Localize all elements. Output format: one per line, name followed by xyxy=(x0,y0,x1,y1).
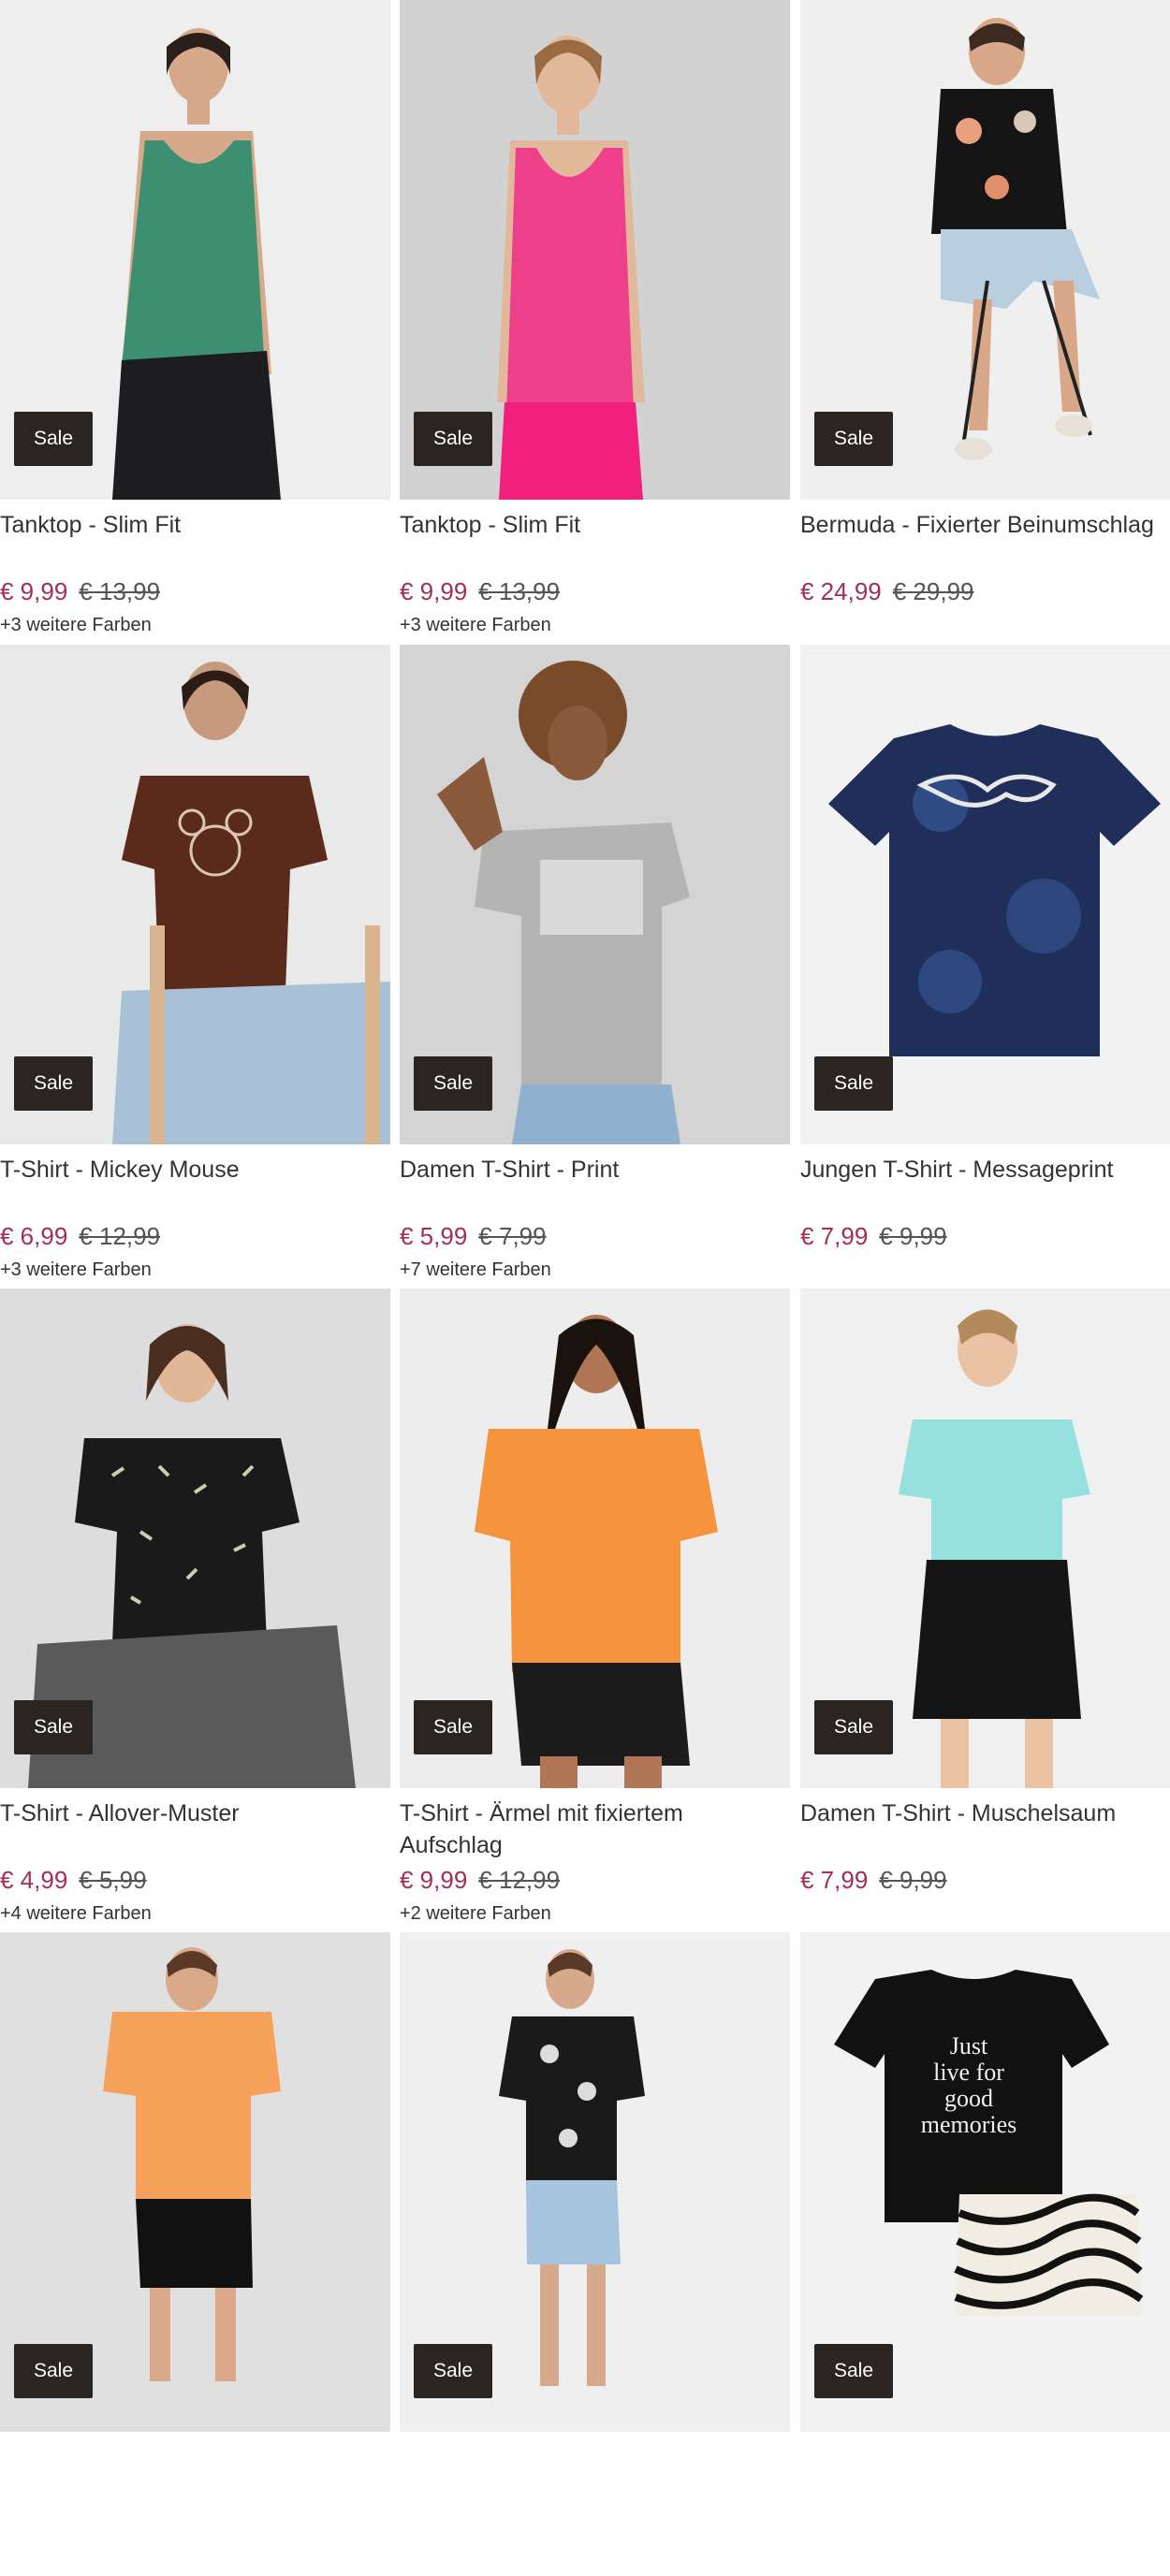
more-colors-link[interactable]: +4 weitere Farben xyxy=(0,1900,152,1927)
product-prices: € 6,99 € 12,99 xyxy=(0,1219,160,1253)
sale-badge: Sale xyxy=(14,1056,94,1111)
more-colors-link[interactable]: +3 weitere Farben xyxy=(0,1257,152,1283)
sale-badge: Sale xyxy=(14,1700,94,1754)
product-prices: € 9,99 € 13,99 xyxy=(0,575,160,608)
product-image[interactable]: Sale xyxy=(400,1288,790,1788)
product-title[interactable]: Jungen T-Shirt - Messageprint xyxy=(800,1154,1170,1186)
product-image[interactable]: Just live for good memories Sale xyxy=(800,1932,1170,2432)
product-image[interactable]: Sale xyxy=(800,1288,1170,1788)
sale-badge: Sale xyxy=(414,412,493,466)
more-colors-link[interactable]: +3 weitere Farben xyxy=(400,612,551,638)
original-price: € 13,99 xyxy=(79,577,161,605)
product-card[interactable]: Sale T-Shirt - Ärmel mit fixiertem Aufsc… xyxy=(400,1288,790,1932)
product-prices: € 24,99 € 29,99 xyxy=(800,575,974,608)
svg-text:live for: live for xyxy=(933,2059,1004,2086)
original-price: € 29,99 xyxy=(892,577,974,605)
product-card[interactable]: Sale T-Shirt - Mickey Mouse € 6,99 € 12,9… xyxy=(0,645,390,1288)
product-card[interactable]: Sale xyxy=(400,1932,790,2576)
more-colors-link[interactable]: +7 weitere Farben xyxy=(400,1257,551,1283)
sale-badge: Sale xyxy=(414,1056,493,1111)
sale-badge: Sale xyxy=(14,412,94,466)
svg-text:memories: memories xyxy=(921,2111,1017,2138)
original-price: € 12,99 xyxy=(79,1222,161,1250)
svg-text:Just: Just xyxy=(950,2032,988,2059)
product-card[interactable]: Sale T-Shirt - Allover-Muster € 4,99 € 5,… xyxy=(0,1288,390,1932)
product-card[interactable]: Sale Tanktop - Slim Fit € 9,99 € 13,99 +3… xyxy=(0,0,390,644)
product-prices: € 9,99 € 12,99 xyxy=(400,1863,560,1897)
product-image[interactable]: Sale xyxy=(800,0,1170,500)
product-title[interactable]: Bermuda - Fixierter Beinumschlag xyxy=(800,509,1170,541)
original-price: € 7,99 xyxy=(478,1222,547,1250)
product-image[interactable]: Sale xyxy=(0,0,390,500)
product-prices: € 7,99 € 9,99 xyxy=(800,1219,947,1253)
product-image[interactable]: Sale xyxy=(800,645,1170,1144)
product-image[interactable]: Sale xyxy=(0,1288,390,1788)
original-price: € 5,99 xyxy=(79,1866,147,1894)
sale-price: € 4,99 xyxy=(0,1866,68,1894)
product-card[interactable]: Sale Damen T-Shirt - Muschelsaum € 7,99 €… xyxy=(800,1288,1170,1932)
product-card[interactable]: Sale Bermuda - Fixierter Beinumschlag € … xyxy=(800,0,1170,644)
sale-badge: Sale xyxy=(414,2344,493,2398)
sale-price: € 9,99 xyxy=(0,577,68,605)
product-card[interactable]: Sale Tanktop - Slim Fit € 9,99 € 13,99 +3… xyxy=(400,0,790,644)
sale-badge: Sale xyxy=(814,1700,894,1754)
sale-price: € 9,99 xyxy=(400,577,468,605)
product-title[interactable]: Damen T-Shirt - Print xyxy=(400,1154,790,1186)
original-price: € 12,99 xyxy=(478,1866,561,1894)
product-prices: € 7,99 € 9,99 xyxy=(800,1863,947,1897)
original-price: € 9,99 xyxy=(879,1866,947,1894)
product-card[interactable]: Sale Damen T-Shirt - Print € 5,99 € 7,99 … xyxy=(400,645,790,1288)
sale-badge: Sale xyxy=(14,2344,94,2398)
sale-price: € 5,99 xyxy=(400,1222,468,1250)
more-colors-link[interactable]: +3 weitere Farben xyxy=(0,612,152,638)
product-title[interactable]: T-Shirt - Mickey Mouse xyxy=(0,1154,390,1186)
sale-price: € 6,99 xyxy=(0,1222,68,1250)
product-card[interactable]: Sale xyxy=(0,1932,390,2576)
product-title[interactable]: T-Shirt - Allover-Muster xyxy=(0,1797,390,1829)
product-title[interactable]: T-Shirt - Ärmel mit fixiertem Aufschlag xyxy=(400,1797,790,1861)
svg-text:good: good xyxy=(944,2085,993,2112)
sale-badge: Sale xyxy=(814,1056,894,1111)
product-image[interactable]: Sale xyxy=(400,1932,790,2432)
sale-price: € 7,99 xyxy=(800,1866,869,1894)
product-image[interactable]: Sale xyxy=(400,0,790,500)
sale-badge: Sale xyxy=(814,2344,894,2398)
sale-price: € 7,99 xyxy=(800,1222,869,1250)
product-card[interactable]: Sale Jungen T-Shirt - Messageprint € 7,9… xyxy=(800,645,1170,1288)
original-price: € 13,99 xyxy=(478,577,561,605)
sale-price: € 9,99 xyxy=(400,1866,468,1894)
more-colors-link[interactable]: +2 weitere Farben xyxy=(400,1900,551,1927)
product-title[interactable]: Damen T-Shirt - Muschelsaum xyxy=(800,1797,1170,1829)
product-card[interactable]: Just live for good memories Sale xyxy=(800,1932,1170,2576)
product-image[interactable]: Sale xyxy=(0,1932,390,2432)
product-prices: € 5,99 € 7,99 xyxy=(400,1219,547,1253)
sale-badge: Sale xyxy=(414,1700,493,1754)
product-title[interactable]: Tanktop - Slim Fit xyxy=(0,509,390,541)
product-prices: € 4,99 € 5,99 xyxy=(0,1863,147,1897)
original-price: € 9,99 xyxy=(879,1222,947,1250)
product-prices: € 9,99 € 13,99 xyxy=(400,575,560,608)
sale-badge: Sale xyxy=(814,412,894,466)
product-title[interactable]: Tanktop - Slim Fit xyxy=(400,509,790,541)
sale-price: € 24,99 xyxy=(800,577,882,605)
product-image[interactable]: Sale xyxy=(0,645,390,1144)
product-image[interactable]: Sale xyxy=(400,645,790,1144)
